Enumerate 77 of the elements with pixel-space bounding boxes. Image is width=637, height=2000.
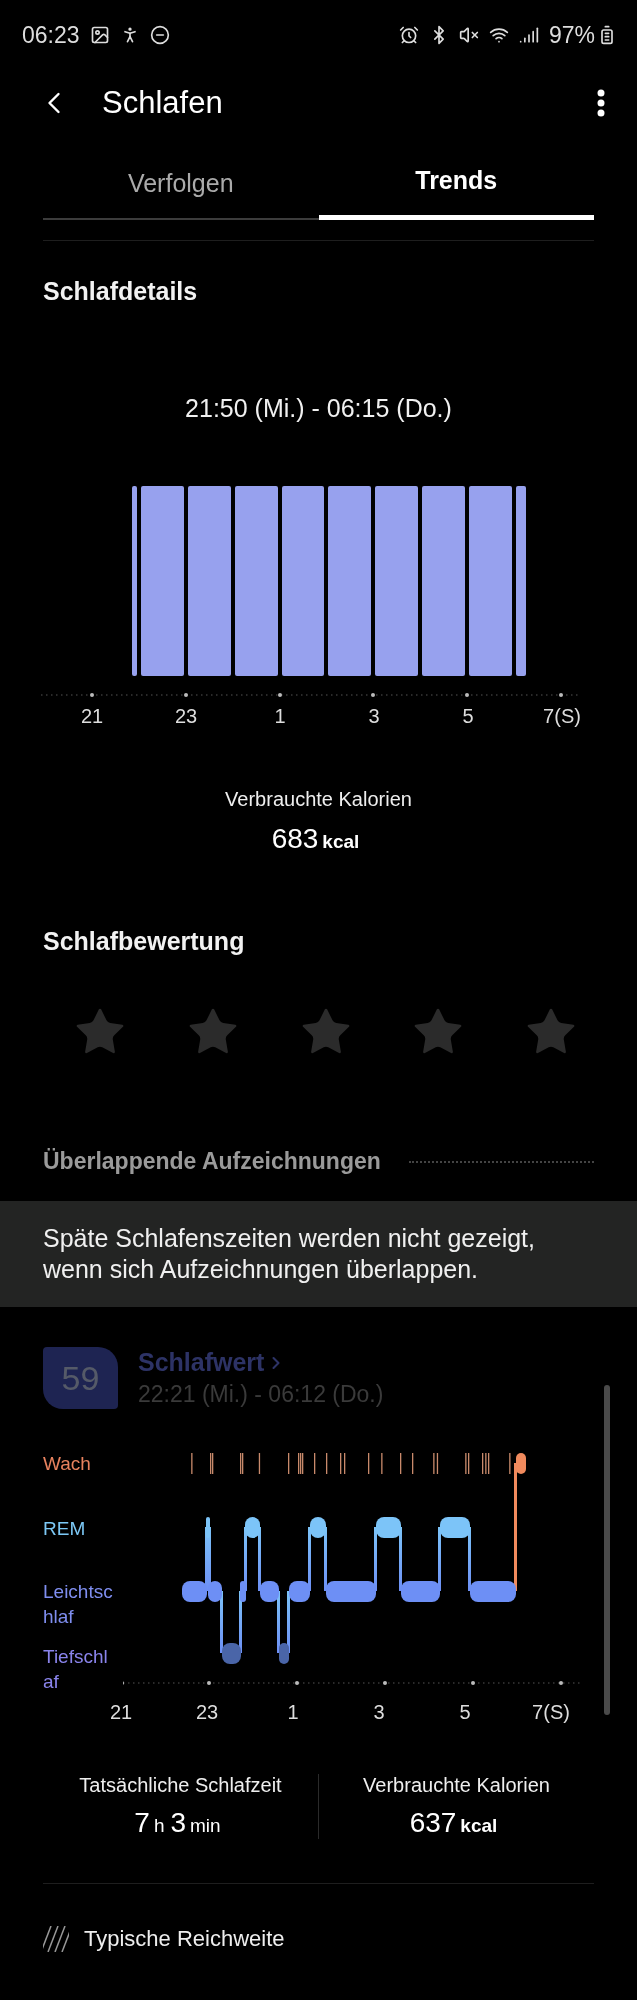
wake-mark bbox=[191, 1453, 193, 1474]
stat-value: 7 h 3 min bbox=[134, 1807, 222, 1839]
wake-mark bbox=[368, 1453, 370, 1474]
section-title: Schlafdetails bbox=[43, 277, 199, 306]
stage-transition-line bbox=[308, 1527, 311, 1591]
notice-text: Späte Schlafenszeiten werden nicht gezeigt, wenn sich Aufzeichnungen überlappen. bbox=[43, 1223, 536, 1285]
wake-mark bbox=[258, 1453, 261, 1474]
wake-mark bbox=[344, 1453, 346, 1474]
wake-mark bbox=[288, 1453, 290, 1474]
do-not-disturb-icon bbox=[149, 25, 170, 45]
wake-mark bbox=[509, 1453, 511, 1474]
wifi-icon bbox=[488, 25, 509, 45]
stage-transition-line bbox=[468, 1527, 471, 1591]
axis-label: 7(S) bbox=[542, 705, 582, 728]
stage-segment bbox=[206, 1517, 210, 1538]
stage-transition-line bbox=[438, 1527, 441, 1591]
calories-label: Verbrauchte Kalorien bbox=[224, 788, 413, 811]
image-icon bbox=[89, 25, 110, 45]
stat-label: Verbrauchte Kalorien bbox=[363, 1774, 550, 1797]
battery-percent: 97% bbox=[548, 21, 595, 49]
tab[interactable]: Verfolgen bbox=[43, 135, 319, 220]
time-range: 21:50 (Mi.) - 06:15 (Do.) bbox=[184, 394, 453, 423]
axis-label: 3 bbox=[367, 705, 381, 728]
tab[interactable]: Trends bbox=[318, 135, 594, 220]
more-icon bbox=[597, 88, 605, 117]
stage-label: Leichtschlaf bbox=[43, 1580, 114, 1629]
axis-label: 1 bbox=[286, 1701, 300, 1724]
calories-value: 683 kcal bbox=[271, 823, 361, 855]
wake-mark bbox=[381, 1453, 383, 1474]
axis-label: 3 bbox=[372, 1701, 386, 1724]
stage-transition-line bbox=[399, 1527, 402, 1591]
mute-icon bbox=[458, 25, 479, 45]
stage-segment bbox=[440, 1517, 470, 1538]
axis-label: 7(S) bbox=[531, 1701, 571, 1724]
hatch-icon bbox=[43, 1926, 69, 1952]
axis-label: 21 bbox=[79, 705, 105, 728]
stage-transition-line bbox=[324, 1527, 327, 1591]
wake-mark bbox=[400, 1453, 402, 1474]
stage-segment bbox=[240, 1581, 246, 1602]
stage-segment bbox=[326, 1581, 376, 1602]
stage-segment bbox=[222, 1643, 241, 1664]
stat-label: Tatsächliche Schlafzeit bbox=[79, 1774, 282, 1797]
stage-label: Wach bbox=[43, 1451, 92, 1476]
wake-mark bbox=[314, 1453, 316, 1474]
wake-mark bbox=[412, 1453, 414, 1474]
section-title: Schlafbewertung bbox=[43, 927, 246, 956]
page-title: Schlafen bbox=[102, 84, 223, 121]
stage-segment bbox=[310, 1517, 326, 1538]
legend-label: Typische Reichweite bbox=[84, 1926, 285, 1952]
stage-segment bbox=[516, 1453, 526, 1474]
axis-label: 5 bbox=[461, 705, 475, 728]
axis-label: 1 bbox=[273, 705, 287, 728]
stat-value: 637 kcal bbox=[409, 1807, 499, 1839]
stage-label: Tiefschlaf bbox=[43, 1645, 109, 1694]
stage-segment bbox=[470, 1581, 516, 1602]
stage-transition-line bbox=[258, 1527, 261, 1591]
alarm-icon bbox=[398, 25, 419, 45]
more-options-button[interactable] bbox=[597, 88, 605, 117]
axis-label: 21 bbox=[108, 1701, 134, 1724]
axis-label: 5 bbox=[458, 1701, 472, 1724]
stage-segment bbox=[279, 1643, 289, 1664]
stage-segment bbox=[376, 1517, 401, 1538]
stage-segment bbox=[401, 1581, 440, 1602]
stage-transition-line bbox=[374, 1527, 377, 1591]
stage-segment bbox=[260, 1581, 279, 1602]
stage-segment bbox=[245, 1517, 260, 1538]
record-time-range: 22:21 (Mi.) - 06:12 (Do.) bbox=[138, 1381, 384, 1408]
axis-label: 23 bbox=[194, 1701, 220, 1724]
wake-mark bbox=[326, 1453, 328, 1474]
stage-label: REM bbox=[43, 1516, 87, 1541]
wake-mark bbox=[340, 1453, 342, 1474]
scrollbar[interactable] bbox=[604, 1385, 610, 1715]
subsection-title: Überlappende Aufzeichnungen bbox=[43, 1148, 381, 1175]
stage-segment bbox=[289, 1581, 310, 1602]
signal-icon bbox=[518, 25, 539, 45]
status-time: 06:23 bbox=[22, 21, 80, 49]
axis-label: 23 bbox=[173, 705, 199, 728]
